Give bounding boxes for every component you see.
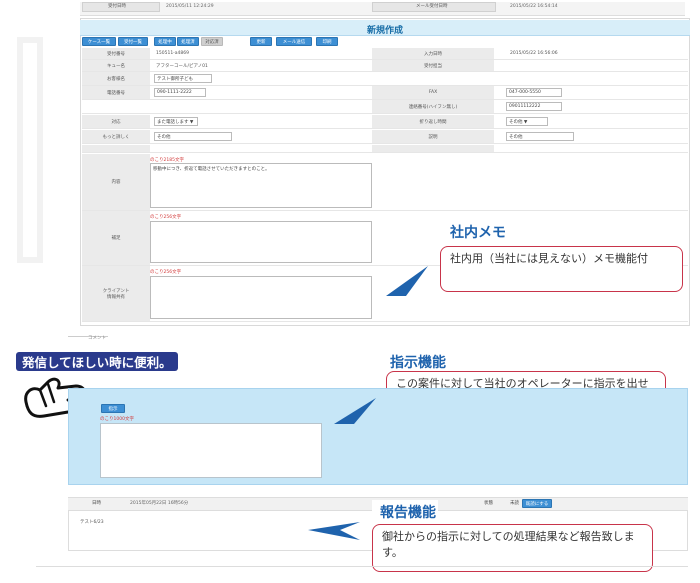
- client-remaining-count: のこり256文字: [150, 270, 182, 275]
- spacer-label-cell-right: [372, 145, 494, 152]
- content-label: 内容: [82, 154, 150, 210]
- memo-label: 説明: [372, 130, 494, 143]
- content-textarea[interactable]: 移動中につき、折返て電話させていただきますとのこと。: [150, 163, 372, 208]
- queue-value: アフターコール/ピアノ01: [156, 64, 208, 69]
- client-textarea[interactable]: [150, 276, 372, 319]
- other-input[interactable]: その他: [154, 132, 232, 141]
- fax-label: FAX: [372, 86, 494, 99]
- bottom-divider: [36, 566, 688, 567]
- report-callout: 御社からの指示に対しての処理結果など報告致します。: [372, 524, 653, 572]
- input-date-label: 入力日時: [372, 48, 494, 59]
- internal-memo-heading: 社内メモ: [450, 225, 506, 241]
- callback-select[interactable]: その他 ▼: [506, 117, 548, 126]
- report-user-label: 未読: [510, 501, 519, 506]
- row-queue: キュー名 アフターコール/ピアノ01 受付担当: [82, 60, 688, 72]
- report-heading: 報告機能: [380, 505, 436, 521]
- spacer-label-cell: [82, 145, 150, 152]
- fax-input[interactable]: 047-000-5550: [506, 88, 562, 97]
- internal-memo-text: 社内用（当社には見えない）メモ機能付: [450, 252, 648, 265]
- report-datetime-value: 2015年05月22日 16時56分: [130, 501, 189, 506]
- accept-no-label: 受付番号: [82, 48, 150, 59]
- client-label: クライアント 情報共有: [82, 266, 150, 321]
- note-remaining-count: のこり256文字: [150, 215, 182, 220]
- report-datetime-label: 日時: [92, 501, 101, 506]
- update-button[interactable]: 更新: [250, 37, 272, 46]
- mail-received-label: メール受付日時: [416, 4, 448, 9]
- form-title-bar: 新規作成: [80, 20, 690, 36]
- instruction-textarea[interactable]: [100, 423, 322, 478]
- form-title: 新規作成: [366, 26, 403, 36]
- internal-memo-callout: 社内用（当社には見えない）メモ機能付: [440, 246, 683, 292]
- response-label: 対応: [82, 115, 150, 128]
- instruction-arrow-icon: [334, 398, 376, 424]
- processed-button[interactable]: 処理済: [177, 37, 199, 46]
- report-arrow-icon: [308, 522, 360, 540]
- received-datetime-label: 受付日時: [108, 4, 126, 9]
- comment-section-label: コメント: [88, 336, 106, 341]
- accept-operator-label: 受付担当: [372, 60, 494, 71]
- alt-phone-label: 連絡番号(ハイフン無し): [372, 100, 494, 113]
- handled-button[interactable]: 対応済: [201, 37, 223, 46]
- case-list-button[interactable]: ケース一覧: [82, 37, 116, 46]
- other-label: もっと詳しく: [82, 130, 150, 143]
- phone-input[interactable]: 090-1111-2222: [154, 88, 206, 97]
- memo-input[interactable]: その他: [506, 132, 574, 141]
- report-text: 御社からの指示に対しての処理結果など報告致します。: [382, 530, 635, 559]
- in-progress-button[interactable]: 処理中: [154, 37, 176, 46]
- accept-list-button[interactable]: 受付一覧: [118, 37, 148, 46]
- phone-label: 電話番号: [82, 86, 150, 99]
- note-label: 補足: [82, 211, 150, 265]
- note-textarea[interactable]: [150, 221, 372, 263]
- print-button[interactable]: 印刷: [316, 37, 338, 46]
- instruction-remaining-count: のこり1000文字: [100, 417, 134, 422]
- row-response: 対応 また電話します ▼ 折り返し時間 その他 ▼: [82, 115, 688, 129]
- customer-input[interactable]: テスト御所子ども: [154, 74, 212, 83]
- alt-phone-input[interactable]: 09011112222: [506, 102, 562, 111]
- row-phone: 電話番号 090-1111-2222 FAX 047-000-5550: [82, 86, 688, 100]
- tip-badge: 発信してほしい時に便利。: [16, 352, 178, 371]
- response-select[interactable]: また電話します ▼: [154, 117, 198, 126]
- row-accept-no: 受付番号 150511-a4869 入力日時 2015/05/22 16:56:…: [82, 48, 688, 60]
- instruct-button[interactable]: 指示: [101, 404, 125, 413]
- row-spacer: [82, 145, 688, 153]
- row-customer: お客様名 テスト御所子ども: [82, 72, 688, 86]
- queue-label: キュー名: [82, 60, 150, 71]
- send-mail-button[interactable]: メール送信: [276, 37, 312, 46]
- report-status-label: 状態: [484, 501, 493, 506]
- internal-memo-arrow-icon: [386, 266, 428, 296]
- mail-received-value: 2015/05/22 16:54:14: [510, 4, 558, 9]
- callback-label: 折り返し時間: [372, 115, 494, 128]
- row-other: もっと詳しく その他 説明 その他: [82, 130, 688, 144]
- received-datetime-value: 2015/05/11 12:24:29: [166, 4, 214, 9]
- customer-label: お客様名: [82, 72, 150, 85]
- mark-read-button[interactable]: 既読にする: [522, 499, 552, 508]
- accept-no-value: 150511-a4869: [156, 51, 190, 56]
- input-date-value: 2015/05/22 16:56:06: [510, 51, 558, 56]
- instruction-heading: 指示機能: [390, 355, 446, 371]
- row-alt-phone: 連絡番号(ハイフン無し) 09011112222: [82, 100, 688, 114]
